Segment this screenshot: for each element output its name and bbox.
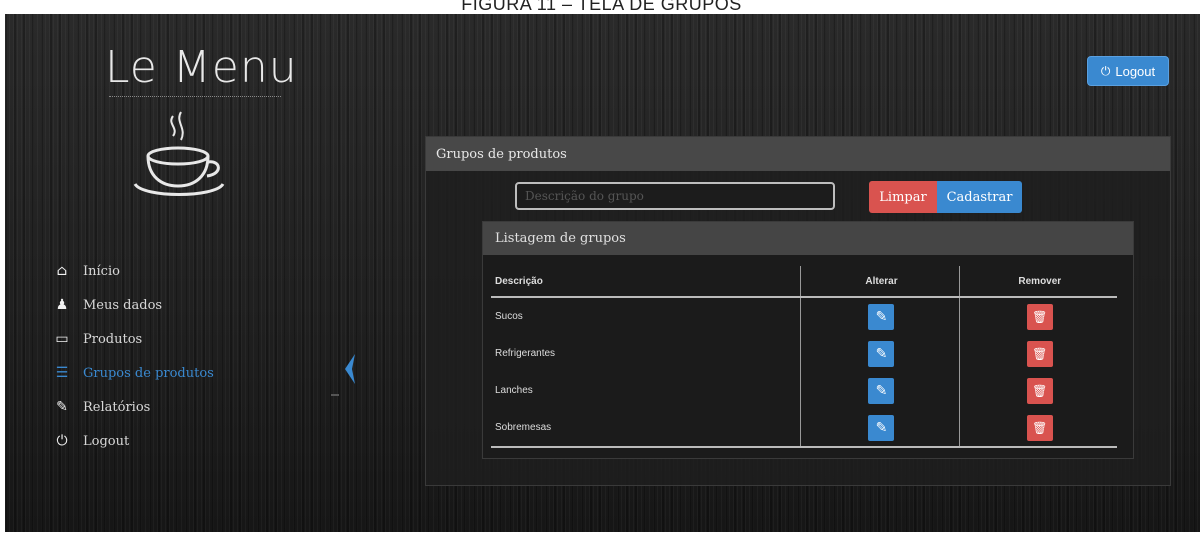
edit-button[interactable]: ✎ <box>868 377 895 404</box>
sidebar: ⌂ Início ♟ Meus dados ▭ Produtos ☰ Grupo… <box>53 254 353 458</box>
sidebar-item-meus-dados[interactable]: ♟ Meus dados <box>53 288 353 322</box>
table-row: Refrigerantes ✎ 🗑 <box>491 335 1117 372</box>
groups-table: Descrição Alterar Remover Sucos ✎ 🗑 Refr… <box>491 266 1117 448</box>
table-row: Sucos ✎ 🗑 <box>491 297 1117 335</box>
table-row: Sobremesas ✎ 🗑 <box>491 409 1117 448</box>
home-icon: ⌂ <box>56 263 68 279</box>
figure-caption: FIGURA 11 – TELA DE GRUPOS <box>461 0 742 14</box>
panel-title: Grupos de produtos <box>426 137 1170 171</box>
pencil-icon: ✎ <box>875 382 888 398</box>
monitor-icon: ▭ <box>55 331 69 347</box>
power-icon: ⏻ <box>1100 63 1111 78</box>
sidebar-item-inicio[interactable]: ⌂ Início <box>53 254 353 288</box>
list-icon: ☰ <box>55 365 69 381</box>
coffee-cup-icon <box>133 111 225 196</box>
sidebar-item-grupos-de-produtos[interactable]: ☰ Grupos de produtos <box>53 356 353 390</box>
user-icon: ♟ <box>55 297 69 313</box>
logout-button-label: Logout <box>1115 63 1156 79</box>
edit-icon: ✎ <box>56 399 68 415</box>
clear-button[interactable]: Limpar <box>869 181 937 213</box>
scroll-indicator <box>331 394 339 396</box>
brand-logo-text: Le Menu <box>105 42 298 93</box>
sidebar-item-produtos[interactable]: ▭ Produtos <box>53 322 353 356</box>
delete-button[interactable]: 🗑 <box>1026 303 1053 330</box>
pencil-icon: ✎ <box>875 345 888 361</box>
trash-icon: 🗑 <box>1032 309 1048 324</box>
sidebar-item-label: Relatórios <box>83 399 151 415</box>
groups-panel: Grupos de produtos Limpar Cadastrar List… <box>425 136 1171 486</box>
app-screen: Le Menu ⏻ Logout ⌂ Início ♟ Meus dados ▭… <box>5 14 1200 532</box>
delete-button[interactable]: 🗑 <box>1026 414 1053 441</box>
sidebar-item-relatorios[interactable]: ✎ Relatórios <box>53 390 353 424</box>
sidebar-item-logout[interactable]: ⏻ Logout <box>53 424 353 458</box>
sidebar-item-label: Meus dados <box>83 297 163 313</box>
column-header-edit: Alterar <box>800 266 960 298</box>
sidebar-item-label: Logout <box>83 433 130 449</box>
group-name-cell: Refrigerantes <box>495 348 556 359</box>
logout-button[interactable]: ⏻ Logout <box>1087 56 1169 86</box>
edit-button[interactable]: ✎ <box>868 414 895 441</box>
register-button[interactable]: Cadastrar <box>937 181 1022 213</box>
edit-button[interactable]: ✎ <box>868 340 895 367</box>
table-header-row: Descrição Alterar Remover <box>491 266 1117 298</box>
group-name-cell: Sucos <box>495 311 523 322</box>
collapse-sidebar-icon[interactable] <box>343 354 357 384</box>
group-name-cell: Lanches <box>495 385 533 396</box>
groups-list-panel: Listagem de grupos Descrição Alterar Rem… <box>482 221 1134 459</box>
list-title: Listagem de grupos <box>483 222 1133 255</box>
group-description-input[interactable] <box>515 182 835 210</box>
group-name-cell: Sobremesas <box>491 409 801 448</box>
trash-icon: 🗑 <box>1032 420 1048 435</box>
column-header-description: Descrição <box>491 266 801 298</box>
edit-button[interactable]: ✎ <box>868 303 895 330</box>
pencil-icon: ✎ <box>875 419 888 435</box>
trash-icon: 🗑 <box>1032 383 1048 398</box>
pencil-icon: ✎ <box>875 308 888 324</box>
table-row: Lanches ✎ 🗑 <box>491 372 1117 409</box>
column-header-remove: Remover <box>958 266 1117 298</box>
trash-icon: 🗑 <box>1032 346 1048 361</box>
sidebar-item-label: Produtos <box>83 331 143 347</box>
sidebar-item-label: Grupos de produtos <box>83 365 214 381</box>
power-icon: ⏻ <box>56 433 68 449</box>
logo-divider <box>109 96 281 97</box>
delete-button[interactable]: 🗑 <box>1026 377 1053 404</box>
delete-button[interactable]: 🗑 <box>1026 340 1053 367</box>
sidebar-item-label: Início <box>83 263 120 279</box>
